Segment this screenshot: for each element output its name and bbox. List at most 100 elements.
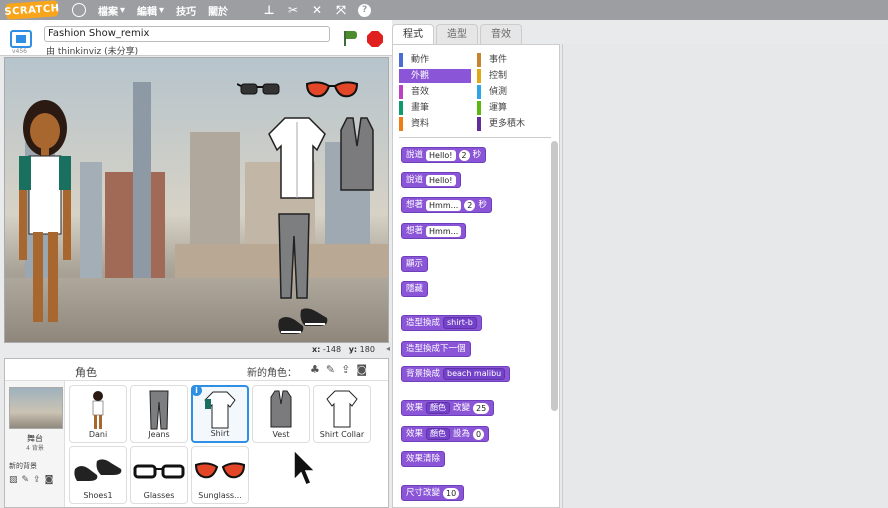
sprite-tile-jeans[interactable]: Jeans bbox=[130, 385, 188, 443]
category-sensing[interactable]: 偵測 bbox=[477, 85, 549, 99]
tower bbox=[133, 82, 151, 282]
shoes-thumb bbox=[74, 459, 122, 481]
sprite-tile-shirt-collar[interactable]: Shirt Collar bbox=[313, 385, 371, 443]
sprite-tile-shoes1[interactable]: Shoes1 bbox=[69, 446, 127, 504]
stamp-icon[interactable]: ⊥ bbox=[262, 3, 276, 17]
block-switch-backdrop[interactable]: 背景換成 beach malibu bbox=[401, 366, 511, 382]
block-say[interactable]: 說道 Hello! bbox=[401, 172, 461, 188]
palette-divider bbox=[399, 137, 551, 138]
category-data[interactable]: 資料 bbox=[399, 117, 471, 131]
category-events[interactable]: 事件 bbox=[477, 53, 549, 67]
sprite-tile-vest[interactable]: Vest bbox=[252, 385, 310, 443]
sunglasses-thumb bbox=[194, 462, 246, 479]
version-label: v456 bbox=[12, 48, 28, 55]
stop-button[interactable] bbox=[367, 31, 383, 47]
shrink-icon[interactable]: ⤧ bbox=[334, 3, 348, 18]
mouse-cursor-icon bbox=[293, 448, 317, 486]
stage-header: v456 Fashion Show_remix 由 thinkinviz (未分… bbox=[0, 20, 392, 57]
jeans-thumb bbox=[149, 390, 169, 430]
glasses-sprite[interactable] bbox=[237, 80, 285, 96]
new-backdrop-tools: ▧ ✎ ⇪ ◙ bbox=[9, 475, 53, 485]
tool-icons: ⊥ ✂ ✕ ⤧ ? bbox=[262, 3, 372, 18]
palette-scrollbar[interactable] bbox=[551, 141, 558, 411]
project-byline: 由 thinkinviz (未分享) bbox=[46, 47, 139, 57]
shirt-thumb bbox=[204, 391, 236, 429]
jeans-sprite[interactable] bbox=[277, 212, 311, 300]
block-think-for-secs[interactable]: 想著 Hmm... 2 秒 bbox=[401, 197, 492, 213]
sprite-tile-shirt[interactable]: i Shirt bbox=[191, 385, 249, 443]
stage-canvas[interactable] bbox=[4, 57, 389, 343]
grow-icon[interactable]: ✕ bbox=[310, 3, 324, 17]
category-more-blocks[interactable]: 更多積木 bbox=[477, 117, 549, 131]
dani-thumb bbox=[92, 391, 104, 429]
sprite-panel-title: 角色 bbox=[75, 366, 97, 379]
camera-icon[interactable]: ◙ bbox=[356, 363, 367, 376]
sunglasses-sprite[interactable] bbox=[305, 80, 359, 100]
block-say-for-secs[interactable]: 說道 Hello! 2 秒 bbox=[401, 147, 487, 163]
block-switch-costume[interactable]: 造型換成 shirt-b bbox=[401, 315, 482, 331]
glasses-thumb bbox=[133, 464, 185, 479]
tab-costumes[interactable]: 造型 bbox=[436, 24, 478, 44]
vest-thumb bbox=[270, 390, 292, 428]
project-title-input[interactable]: Fashion Show_remix bbox=[44, 26, 330, 42]
backdrop-library-icon[interactable]: ▧ bbox=[9, 475, 18, 485]
shirt-sprite[interactable] bbox=[267, 116, 327, 200]
menu-tips[interactable]: 技巧 bbox=[176, 3, 196, 18]
category-control[interactable]: 控制 bbox=[477, 69, 549, 83]
green-flag-icon bbox=[346, 31, 357, 39]
block-hide[interactable]: 隱藏 bbox=[401, 281, 429, 297]
category-motion[interactable]: 動作 bbox=[399, 53, 471, 67]
category-looks[interactable]: 外觀 bbox=[399, 69, 471, 83]
mouse-coordinates: x: -148 y: 180 bbox=[312, 345, 375, 354]
stage-thumbnail[interactable] bbox=[9, 387, 63, 429]
help-icon[interactable]: ? bbox=[358, 3, 372, 17]
block-next-costume[interactable]: 造型換成下一個 bbox=[401, 341, 471, 357]
tab-scripts[interactable]: 程式 bbox=[392, 24, 434, 44]
new-backdrop-label: 新的背景 bbox=[9, 462, 37, 470]
block-think[interactable]: 想著 Hmm... bbox=[401, 223, 467, 239]
building bbox=[80, 162, 102, 282]
backdrop-camera-icon[interactable]: ◙ bbox=[45, 475, 54, 485]
backdrop-paint-icon[interactable]: ✎ bbox=[22, 475, 30, 485]
collapse-stage-arrow-icon[interactable]: ◂ bbox=[386, 344, 390, 353]
sprite-tile-glasses[interactable]: Glasses bbox=[130, 446, 188, 504]
tab-sounds[interactable]: 音效 bbox=[480, 24, 522, 44]
block-show[interactable]: 顯示 bbox=[401, 256, 429, 272]
editor-tabs: 程式 造型 音效 bbox=[392, 24, 524, 44]
stage-selector[interactable]: 舞台 4 背景 新的背景 ▧ ✎ ⇪ ◙ bbox=[5, 381, 65, 507]
presentation-mode-button[interactable] bbox=[10, 30, 32, 48]
paint-brush-icon[interactable]: ✎ bbox=[326, 363, 335, 376]
sprite-panel-header: 角色 新的角色： ♣ ✎ ⇪ ◙ bbox=[5, 359, 388, 381]
dani-sprite[interactable] bbox=[15, 98, 75, 328]
sprite-library-icon[interactable]: ♣ bbox=[310, 363, 320, 376]
vest-sprite[interactable] bbox=[339, 116, 375, 192]
shoes-sprite[interactable] bbox=[275, 306, 331, 338]
menu-about[interactable]: 關於 bbox=[208, 3, 228, 18]
block-change-size[interactable]: 尺寸改變 10 bbox=[401, 485, 465, 501]
sprite-panel: 角色 新的角色： ♣ ✎ ⇪ ◙ 舞台 4 背景 新的背景 ▧ ✎ ⇪ ◙ Da… bbox=[4, 358, 389, 508]
new-sprite-label: 新的角色： bbox=[247, 368, 297, 379]
new-sprite-tools: ♣ ✎ ⇪ ◙ bbox=[310, 363, 367, 376]
stage-backdrop-count: 4 背景 bbox=[26, 445, 44, 452]
block-clear-effects[interactable]: 效果清除 bbox=[401, 451, 446, 467]
sprite-tile-dani[interactable]: Dani bbox=[69, 385, 127, 443]
script-area[interactable] bbox=[562, 44, 888, 508]
upload-icon[interactable]: ⇪ bbox=[341, 363, 350, 376]
sprite-tile-sunglasses[interactable]: Sunglass... bbox=[191, 446, 249, 504]
category-operators[interactable]: 運算 bbox=[477, 101, 549, 115]
category-sound[interactable]: 音效 bbox=[399, 85, 471, 99]
block-set-effect[interactable]: 效果 顏色 設為 0 bbox=[401, 426, 490, 442]
block-change-effect[interactable]: 效果 顏色 改變 25 bbox=[401, 400, 495, 416]
scissors-icon[interactable]: ✂ bbox=[286, 3, 300, 17]
backdrop-upload-icon[interactable]: ⇪ bbox=[33, 475, 41, 485]
scratch-logo[interactable]: SCRATCH bbox=[4, 0, 60, 20]
shirt-collar-thumb bbox=[326, 390, 358, 428]
menu-bar: SCRATCH 檔案 ▾ 編輯 ▾ 技巧 關於 ⊥ ✂ ✕ ⤧ ? bbox=[0, 0, 888, 20]
block-palette: 動作 事件 外觀 控制 音效 偵測 畫筆 運算 資料 更多積木 說道 Hello… bbox=[392, 44, 560, 508]
language-globe-icon[interactable] bbox=[72, 3, 86, 17]
green-flag-button[interactable] bbox=[342, 30, 358, 46]
menu-edit[interactable]: 編輯 ▾ bbox=[137, 3, 164, 18]
category-pen[interactable]: 畫筆 bbox=[399, 101, 471, 115]
menu-file[interactable]: 檔案 ▾ bbox=[98, 3, 125, 18]
sprite-info-icon[interactable]: i bbox=[191, 385, 202, 396]
